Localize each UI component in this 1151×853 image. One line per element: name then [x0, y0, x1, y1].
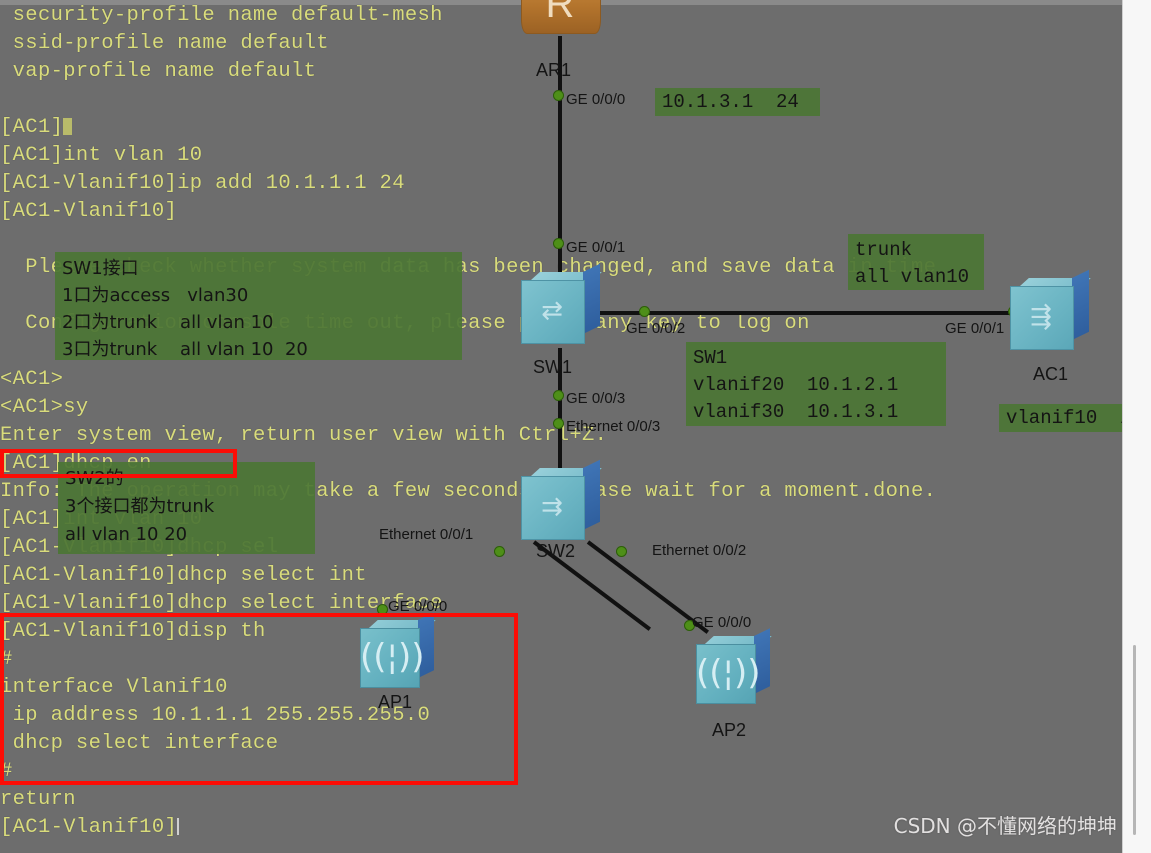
interface-label-sw2-eth0002: Ethernet 0/0/2 — [652, 542, 747, 559]
connector-dot-sw1-ge003 — [553, 390, 564, 401]
device-ar1[interactable]: R — [521, 0, 601, 34]
annotation-sw1-ports: SW1接口 1口为access vlan30 2口为trunk all vlan… — [55, 252, 462, 360]
device-ap2[interactable]: ((¦)) — [696, 628, 772, 706]
device-sw2[interactable]: ⇉ — [521, 459, 602, 540]
ap2-antenna-icon: ((¦)) — [696, 653, 761, 693]
annotation-sw1-vlanif: SW1 vlanif20 10.1.2.1 vlanif30 10.1.3.1 — [686, 342, 946, 426]
interface-label-sw1-eth0003: Ethernet 0/0/3 — [566, 418, 661, 435]
device-sw1[interactable]: ⇄ — [521, 263, 602, 344]
connector-dot-sw2-eth0001 — [494, 546, 505, 557]
connector-dot-sw1-ge002 — [639, 306, 650, 317]
connector-dot-sw1-eth0003 — [553, 418, 564, 429]
device-label-ar1: AR1 — [536, 60, 572, 80]
interface-label-ar1-ge000: GE 0/0/0 — [566, 91, 626, 108]
switch2-arrows-icon: ⇉ — [541, 492, 563, 522]
watermark-text: CSDN @不懂网络的坤坤 — [893, 814, 1117, 838]
highlight-dhcp-enable — [0, 449, 237, 478]
device-label-sw1: SW1 — [533, 357, 573, 377]
annotation-ar1-ip: 10.1.3.1 24 — [655, 88, 820, 116]
ac-side-icon — [1072, 269, 1089, 340]
highlight-display-this — [0, 613, 518, 785]
interface-label-sw1-ge002: GE 0/0/2 — [626, 320, 686, 337]
interface-label-ap2-ge000: GE 0/0/0 — [692, 614, 752, 631]
screenshot-root: security-profile name default-mesh ssid-… — [0, 0, 1151, 853]
connector-dot-sw1-ge001 — [553, 238, 564, 249]
interface-label-sw1-ge001: GE 0/0/1 — [566, 239, 626, 256]
interface-label-sw1-ge003: GE 0/0/3 — [566, 390, 626, 407]
router-glyph-icon: R — [545, 0, 575, 26]
interface-label-sw2-eth0001: Ethernet 0/0/1 — [379, 526, 474, 543]
device-label-ac1: AC1 — [1033, 364, 1069, 384]
ac-arrows-icon: ⇶ — [1030, 302, 1052, 332]
device-label-sw2: SW2 — [536, 541, 576, 561]
connector-dot-sw2-eth0002 — [616, 546, 627, 557]
vertical-scrollbar-thumb[interactable] — [1133, 645, 1136, 835]
switch-side-icon — [583, 263, 600, 334]
device-ac1[interactable]: ⇶ — [1010, 269, 1091, 350]
connector-dot-ar1 — [553, 90, 564, 101]
device-label-ap2: AP2 — [712, 720, 747, 740]
switch-arrows-icon: ⇄ — [541, 296, 563, 326]
link-sw1-ac1 — [558, 311, 1018, 315]
switch2-side-icon — [583, 459, 600, 530]
interface-label-ac1-ge001: GE 0/0/1 — [945, 320, 1005, 337]
annotation-sw1-trunk: trunk all vlan10 — [848, 234, 984, 290]
right-side-pane — [1122, 0, 1151, 853]
